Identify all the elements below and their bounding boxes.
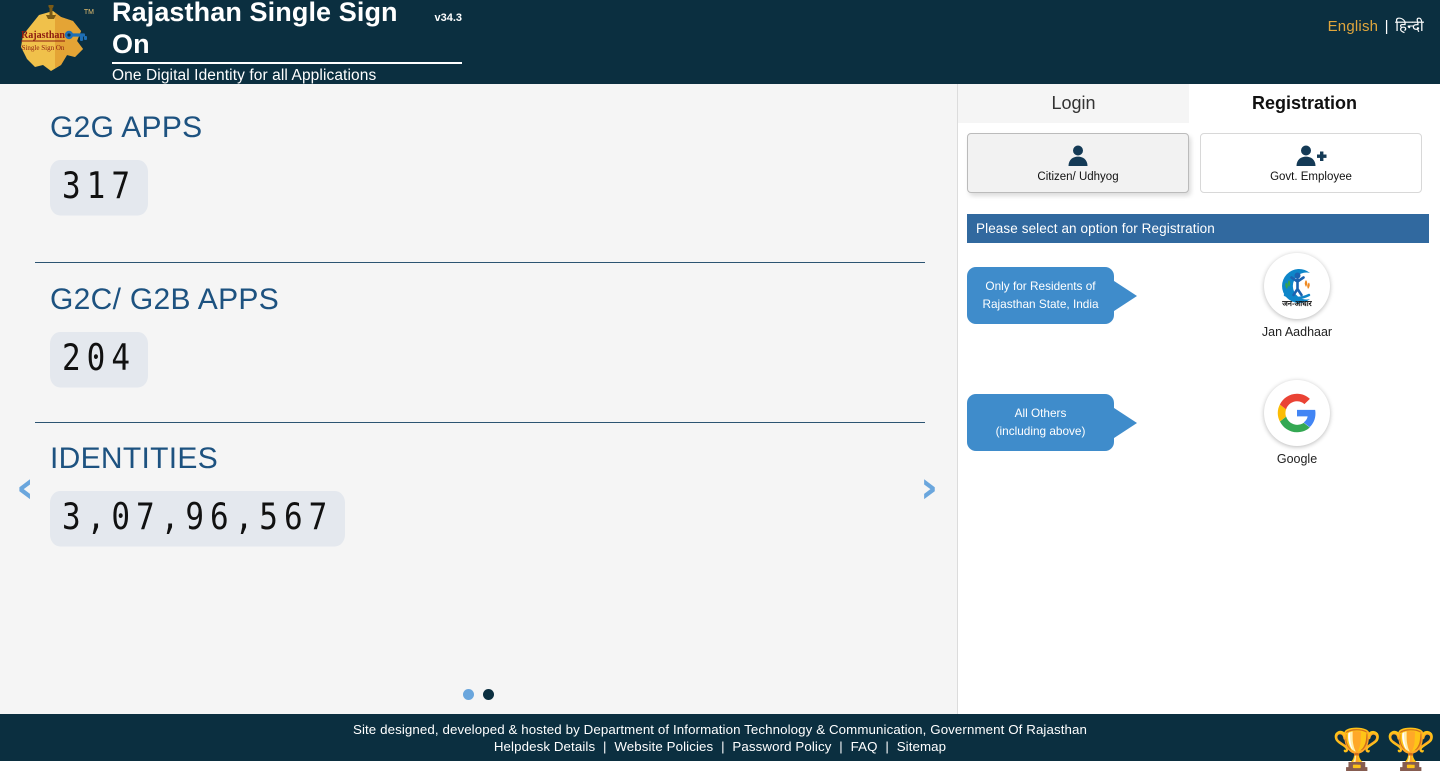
registration-option-jan-aadhaar: Only for Residents of Rajasthan State, I… — [967, 252, 1427, 339]
google-logo — [1277, 393, 1316, 432]
footer-links: Helpdesk Details | Website Policies | Pa… — [494, 739, 946, 754]
bubble-line-1: All Others — [1014, 406, 1067, 421]
role-label: Govt. Employee — [1270, 170, 1352, 183]
header-tagline: One Digital Identity for all Application… — [112, 67, 377, 85]
carousel-prev-icon[interactable]: ‹ — [16, 466, 34, 510]
carousel-dot-2[interactable] — [483, 689, 494, 700]
footer-separator: | — [839, 738, 843, 754]
jan-aadhaar-logo: जन-आधार — [1281, 268, 1313, 308]
language-separator: | — [1384, 18, 1389, 35]
footer-separator: | — [885, 738, 889, 754]
jan-aadhaar-button[interactable]: जन-आधार — [1264, 252, 1330, 319]
provider-label: Google — [1276, 451, 1318, 466]
registration-notice-bar: Please select an option for Registration — [967, 214, 1429, 243]
rajasthan-sso-logo[interactable]: Rajasthan Single Sign On TM — [6, 3, 96, 81]
stat-counter-value: 204 — [50, 331, 148, 387]
stat-counter-value: 3,07,96,567 — [50, 491, 346, 547]
carousel-next-icon[interactable]: › — [920, 466, 938, 510]
site-footer: Site designed, developed & hosted by Dep… — [0, 714, 1440, 770]
tab-registration[interactable]: Registration — [1189, 84, 1420, 123]
auth-tabs: Login Registration — [958, 84, 1440, 123]
option-callout-bubble: All Others (including above) — [967, 394, 1114, 451]
rajasthan-map-icon: Rajasthan Single Sign On — [21, 5, 87, 71]
person-add-icon — [1296, 145, 1327, 166]
stat-title: G2G APPS — [50, 111, 203, 144]
provider-label: Jan Aadhaar — [1261, 324, 1333, 339]
bubble-line-2: Rajasthan State, India — [982, 296, 1099, 311]
stat-title: G2C/ G2B APPS — [50, 282, 280, 316]
site-header: Rajasthan Single Sign On TM Rajasthan Si… — [0, 0, 1440, 84]
main-content: G2G APPS 317 G2C/ G2B APPS 204 IDENTITIE… — [0, 84, 1440, 714]
stat-block-g2g: G2G APPS 317 — [0, 84, 957, 215]
footer-separator: | — [603, 738, 607, 754]
svg-text:Single Sign On: Single Sign On — [22, 44, 65, 52]
stat-title: IDENTITIES — [50, 442, 219, 476]
registration-options: Only for Residents of Rajasthan State, I… — [958, 252, 1440, 517]
language-switcher[interactable]: English | हिन्दी — [1328, 16, 1424, 36]
app-version-badge: v34.3 — [434, 11, 462, 24]
bubble-line-2: (including above) — [995, 423, 1086, 438]
option-callout-bubble: Only for Residents of Rajasthan State, I… — [967, 267, 1114, 324]
stat-counter-value: 317 — [50, 160, 148, 215]
language-option-hindi[interactable]: हिन्दी — [1395, 18, 1424, 35]
auth-panel: Login Registration Citizen/ Udhyog Govt.… — [958, 84, 1440, 714]
trademark-symbol: TM — [83, 9, 94, 16]
provider-google: Google — [1237, 379, 1357, 466]
role-label: Citizen/ Udhyog — [1037, 170, 1119, 183]
page-title: Rajasthan Single Sign On — [112, 0, 398, 59]
person-icon — [1068, 145, 1088, 166]
trophy-icon: 🏆 — [1332, 728, 1383, 772]
footer-credit-text: Site designed, developed & hosted by Dep… — [352, 721, 1088, 737]
carousel-pagination — [0, 689, 957, 700]
footer-link-faq[interactable]: FAQ — [851, 739, 878, 754]
role-card-citizen-udhyog[interactable]: Citizen/ Udhyog — [967, 133, 1189, 193]
stat-block-g2c-g2b: G2C/ G2B APPS 204 — [0, 263, 957, 387]
footer-link-website-policies[interactable]: Website Policies — [614, 739, 713, 754]
footer-link-helpdesk[interactable]: Helpdesk Details — [494, 739, 595, 754]
language-option-english[interactable]: English — [1328, 18, 1379, 35]
stat-block-identities: IDENTITIES 3,07,96,567 — [0, 423, 957, 547]
svg-text:जन-आधार: जन-आधार — [1281, 299, 1312, 308]
role-card-govt-employee[interactable]: Govt. Employee — [1200, 133, 1422, 193]
carousel-dot-1[interactable] — [463, 689, 474, 700]
svg-text:Rajasthan: Rajasthan — [21, 30, 65, 41]
google-button[interactable] — [1264, 379, 1330, 446]
bubble-line-1: Only for Residents of — [985, 279, 1096, 294]
footer-separator: | — [721, 738, 725, 754]
tab-login[interactable]: Login — [958, 84, 1189, 123]
provider-jan-aadhaar: जन-आधार Jan Aadhaar — [1237, 252, 1357, 339]
registration-option-google: All Others (including above) Google — [967, 379, 1427, 466]
registration-role-selector: Citizen/ Udhyog Govt. Employee — [958, 123, 1440, 193]
footer-link-password-policy[interactable]: Password Policy — [732, 739, 831, 754]
footer-link-sitemap[interactable]: Sitemap — [897, 739, 946, 754]
award-badges: 🏆 🏆 — [1332, 730, 1436, 770]
statistics-panel: G2G APPS 317 G2C/ G2B APPS 204 IDENTITIE… — [0, 84, 958, 714]
trophy-icon: 🏆 — [1386, 728, 1436, 772]
header-title-block: Rajasthan Single Sign On v34.3 One Digit… — [112, 0, 462, 87]
